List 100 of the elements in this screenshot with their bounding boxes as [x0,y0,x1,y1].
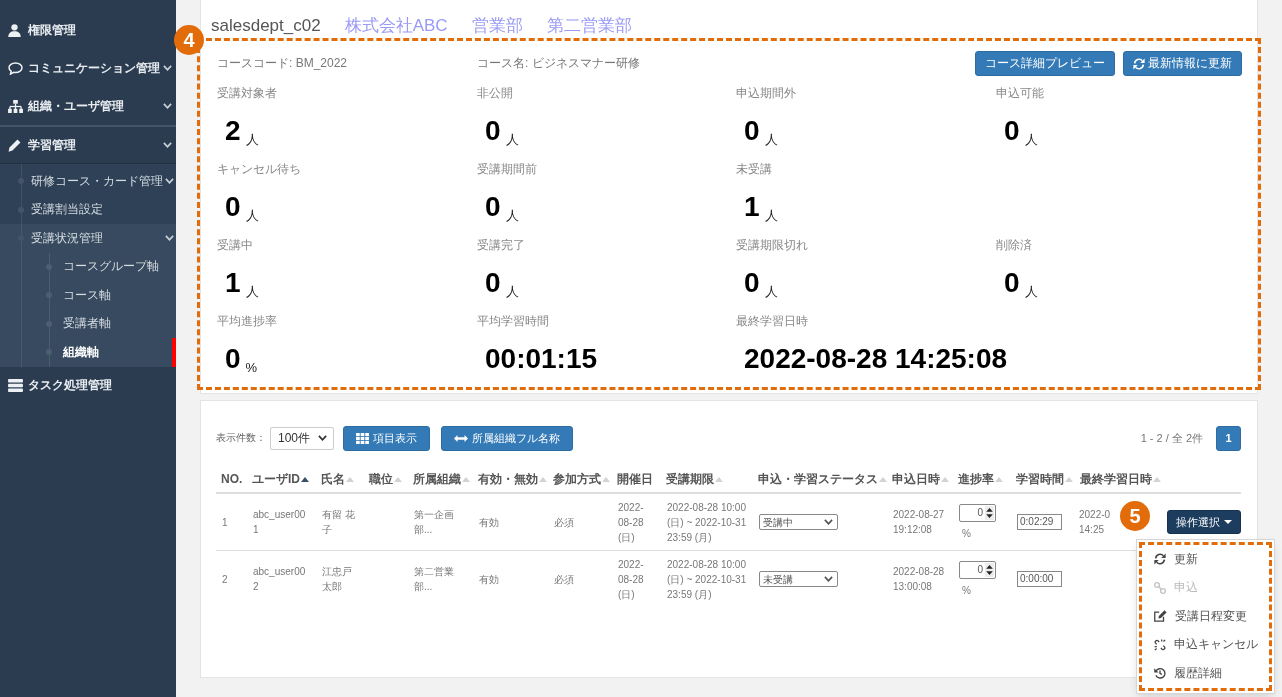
column-header[interactable]: 有効・無効 [473,466,548,493]
column-header: 開催日 [612,466,661,493]
menu-item[interactable]: 申込キャンセル [1142,630,1269,659]
chevron-down-icon [163,103,172,109]
sidebar-menu-item[interactable]: コースグループ軸 [0,252,176,281]
edit-icon [1154,610,1167,623]
column-display-button[interactable]: 項目表示 [343,425,430,451]
stat-label: 受講中 [217,237,254,254]
stat-unit: 人 [245,208,259,223]
stat-unit: 人 [1024,284,1038,299]
page-size-select[interactable]: 100件 [270,426,334,450]
stat-value: 00:01:15 [485,343,598,374]
stat-label: 未受講 [736,161,773,178]
study-time-field[interactable]: 0:02:29 [1017,514,1062,530]
progress-number-input[interactable]: 0 [959,503,996,522]
table-cell: 2 [216,550,247,607]
sidebar-menu-item[interactable]: 組織・ユーザ管理 [0,87,176,125]
chevron-down-icon [163,65,172,71]
column-header[interactable]: 学習時間 [1011,466,1075,493]
table-cell: 2022-08-27 19:12:08 [887,493,953,551]
menu-item[interactable]: 受講日程変更 [1142,602,1269,631]
progress-number-input[interactable]: 0 [959,560,996,579]
stat-value: 2 [225,115,241,146]
stat-unit: 人 [245,132,259,147]
column-header[interactable]: 職位 [364,466,408,493]
stat-label: 平均進捗率 [217,313,278,330]
stat-unit: 人 [505,284,519,299]
stat-unit: 人 [1024,132,1038,147]
action-select-button[interactable]: 操作選択 [1167,510,1241,534]
table-cell: 江忠戸太郎 [316,550,364,607]
stat-label: 受講期間前 [477,161,538,178]
pencil-icon [8,138,21,152]
status-select[interactable]: 受講中 [759,514,838,530]
stat-value: 0 [744,267,760,298]
table-cell: abc_user001 [247,493,316,551]
chevron-down-icon [165,178,174,185]
table-cell: 有効 [473,550,548,607]
table-cell: 有留 花子 [316,493,364,551]
sidebar-menu-item[interactable]: タスク処理管理 [0,366,176,405]
stat-value: 0 [225,343,241,374]
spinner-arrows-icon [985,505,994,520]
column-header[interactable]: 申込日時 [887,466,953,493]
table-cell: 2022-08-28 (日) [612,550,661,607]
chevron-down-icon [318,435,327,441]
sidebar-menu-item[interactable]: コミュニケーション管理 [0,49,176,87]
horizontal-arrows-icon [454,434,468,442]
column-header[interactable]: 進捗率 [953,466,1011,493]
refresh-icon [1133,57,1145,70]
sidebar-menu-item[interactable]: コース軸 [0,281,176,310]
stat-label: 受講完了 [477,237,526,254]
page-title: salesdept_c02 [211,15,321,37]
column-header[interactable]: 氏名 [316,466,364,493]
sidebar-menu-item[interactable]: 受講者軸 [0,309,176,338]
column-header[interactable]: ユーザID [247,466,316,493]
stat-value: 0 [225,191,241,222]
sidebar-menu-item[interactable]: 研修コース・カード管理 [0,167,176,196]
column-header[interactable]: 申込・学習ステータス [753,466,887,493]
sidebar-menu-item[interactable]: 組織軸 [0,338,176,367]
grid-icon [356,432,369,444]
course-code-text: コースコード: BM_2022 [217,55,349,72]
sidebar-menu-item[interactable]: 受講割当設定 [0,195,176,224]
refresh-icon [1154,553,1166,566]
pagination-summary: 1 - 2 / 全 2件 [1140,430,1203,446]
sidebar-menu-item[interactable]: 受講状況管理 [0,224,176,253]
stat-label: 申込可能 [996,85,1045,102]
sidebar-menu-item[interactable]: 権限管理 [0,11,176,49]
server-stack-icon [8,379,23,392]
stat-unit: % [245,360,258,375]
org-chart-icon [8,99,23,113]
stat-value: 0 [485,115,501,146]
stat-label: 受講期限切れ [736,237,809,254]
percent-unit: % [962,583,971,598]
stat-unit: 人 [505,208,519,223]
speech-bubble-icon [8,61,23,75]
chevron-down-icon [824,519,833,525]
stat-unit: 人 [764,132,778,147]
history-icon [1154,667,1166,680]
table-cell: 有効 [473,493,548,551]
column-header[interactable]: 最終学習日時 [1075,466,1161,493]
full-org-name-button[interactable]: 所属組織フル名称 [441,425,573,451]
stat-value: 0 [485,191,501,222]
stat-unit: 人 [505,132,519,147]
stat-label: 受講対象者 [217,85,278,102]
column-header[interactable]: 所属組織 [408,466,473,493]
study-time-field[interactable]: 0:00:00 [1017,571,1062,587]
stat-label: キャンセル待ち [217,161,302,178]
menu-item[interactable]: 履歴詳細 [1142,659,1269,688]
table-cell: 第一企画部... [408,493,473,551]
course-preview-button[interactable]: コース詳細プレビュー [975,51,1115,76]
table-cell: 2022-08-28 13:00:08 [887,550,953,607]
table-cell: abc_user002 [247,550,316,607]
column-header[interactable]: 参加方式 [548,466,612,493]
refresh-button[interactable]: 最新情報に更新 [1123,51,1242,76]
stat-label: 最終学習日時 [736,313,809,330]
column-header[interactable]: 受講期限 [661,466,753,493]
page-button[interactable]: 1 [1216,425,1241,451]
status-select[interactable]: 未受講 [759,571,838,587]
stat-value: 0 [1004,115,1020,146]
stat-unit: 人 [245,284,259,299]
broken-chain-icon [1154,638,1166,651]
